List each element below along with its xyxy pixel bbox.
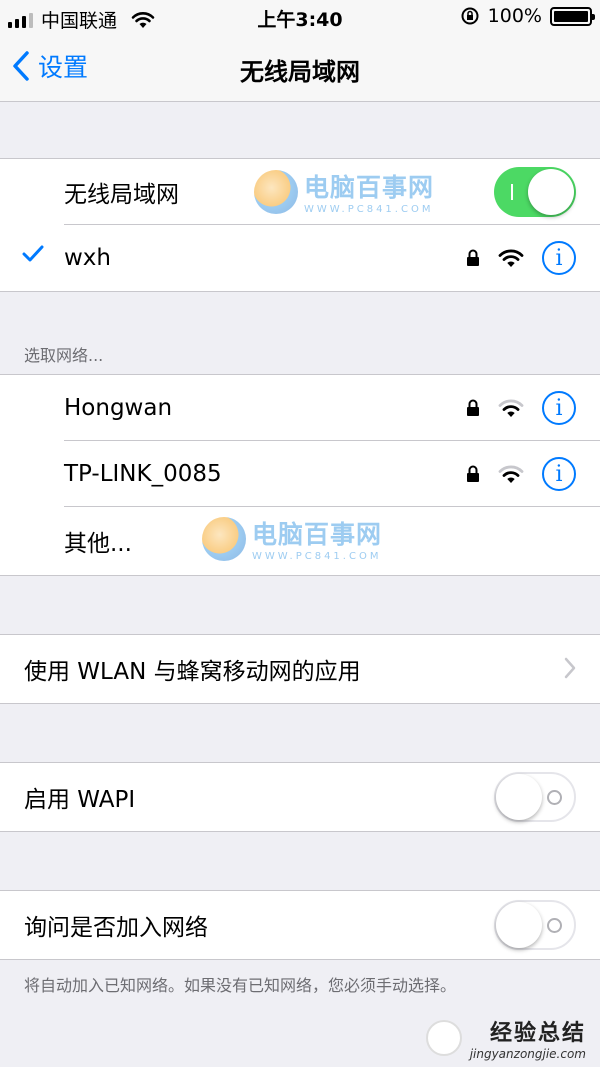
info-button[interactable]: i (542, 241, 576, 275)
wapi-row: 启用 WAPI (0, 763, 600, 831)
network-name: TP-LINK_0085 (64, 461, 222, 487)
watermark-name: 电脑百事网 (304, 173, 435, 202)
lock-icon (467, 399, 479, 416)
wlan-apps-row[interactable]: 使用 WLAN 与蜂窝移动网的应用 (0, 635, 600, 703)
wapi-toggle[interactable] (494, 772, 576, 822)
status-bar: 中国联通 上午3:40 100% (0, 0, 600, 34)
network-name: Hongwan (64, 395, 173, 421)
wifi-toggle[interactable] (494, 167, 576, 217)
navigation-bar: 设置 无线局域网 (0, 34, 600, 102)
apps-group: 使用 WLAN 与蜂窝移动网的应用 (0, 634, 600, 704)
wapi-label: 启用 WAPI (24, 787, 136, 813)
wifi-toggle-label: 无线局域网 (64, 182, 179, 208)
wifi-strength-icon (498, 399, 524, 417)
site-watermark-url: jingyanzongjie.com (469, 1047, 586, 1061)
watermark: 电脑百事网 WWW.PC841.COM (254, 168, 434, 215)
watermark-name: 电脑百事网 (252, 520, 383, 549)
page-title: 无线局域网 (240, 58, 360, 86)
chevron-right-icon (564, 657, 576, 679)
info-button[interactable]: i (542, 391, 576, 425)
site-logo-icon (425, 1020, 462, 1056)
wapi-group: 启用 WAPI (0, 762, 600, 832)
watermark-logo-icon (254, 169, 298, 214)
other-network-label: 其他... (64, 531, 132, 557)
choose-network-header: 选取网络... (24, 346, 104, 365)
ask-join-footer-note: 将自动加入已知网络。如果没有已知网络，您必须手动选择。 (24, 976, 457, 995)
wifi-strength-icon (498, 465, 524, 483)
network-row[interactable]: TP-LINK_0085 i (0, 441, 600, 507)
ask-join-group: 询问是否加入网络 (0, 890, 600, 960)
network-row[interactable]: Hongwan i (0, 375, 600, 441)
watermark-logo-icon (202, 516, 246, 561)
watermark-url: WWW.PC841.COM (304, 204, 434, 215)
info-button[interactable]: i (542, 457, 576, 491)
site-watermark: 经验总结 jingyanzongjie.com (425, 1015, 586, 1061)
connected-network-name: wxh (64, 245, 111, 271)
ask-join-row: 询问是否加入网络 (0, 891, 600, 959)
battery-icon (550, 6, 595, 26)
lock-icon (467, 465, 479, 482)
watermark: 电脑百事网 WWW.PC841.COM (202, 515, 382, 562)
wifi-strength-icon (498, 249, 524, 267)
ask-join-label: 询问是否加入网络 (24, 915, 208, 941)
connected-network-row[interactable]: wxh i (0, 225, 600, 291)
wlan-apps-label: 使用 WLAN 与蜂窝移动网的应用 (24, 659, 361, 685)
lock-icon (467, 249, 479, 266)
site-watermark-name: 经验总结 (489, 1021, 586, 1046)
ask-join-toggle[interactable] (494, 900, 576, 950)
checkmark-icon (22, 245, 44, 262)
orientation-lock-icon (461, 7, 479, 25)
watermark-url: WWW.PC841.COM (252, 551, 382, 562)
battery-percent: 100% (487, 5, 542, 27)
